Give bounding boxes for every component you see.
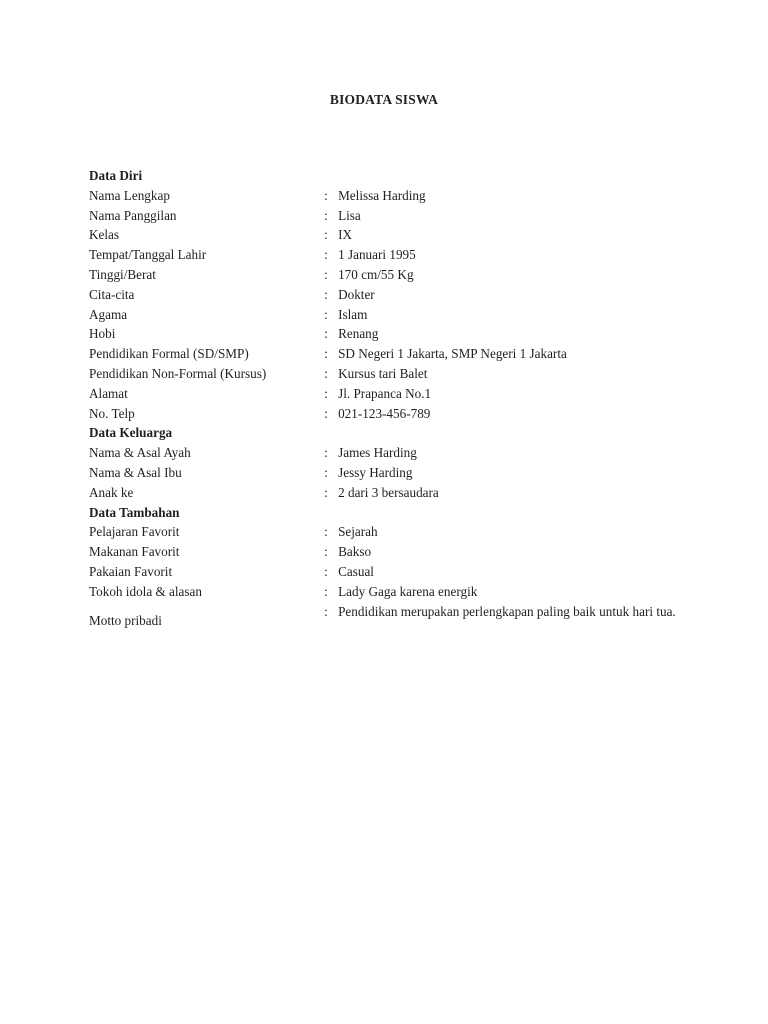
biodata-row: Nama Panggilan: Lisa [89, 206, 689, 226]
field-value: 021-123-456-789 [338, 405, 431, 421]
field-colon: : [324, 583, 328, 599]
section-heading-colon-spacer [324, 166, 338, 186]
field-colon: : [324, 484, 328, 500]
field-value: 2 dari 3 bersaudara [338, 484, 439, 500]
biodata-row: Motto pribadi: Pendidikan merupakan perle… [89, 602, 689, 631]
field-value: Sejarah [338, 524, 378, 540]
section-heading-value-spacer [338, 503, 689, 523]
biodata-table-body: Data Diri Nama Lengkap: Melissa Harding Nam… [89, 166, 689, 630]
biodata-row: Tinggi/Berat:170 cm/55 Kg [89, 265, 689, 285]
section-heading-row: Data Keluarga [89, 423, 689, 443]
field-colon: : [324, 306, 328, 322]
biodata-row: Hobi: Renang [89, 324, 689, 344]
field-label: Hobi [89, 326, 116, 342]
field-colon: : [324, 207, 328, 223]
field-value: Melissa Harding [338, 187, 426, 203]
field-colon: : [324, 563, 328, 579]
field-colon: : [324, 247, 328, 263]
field-colon: : [324, 524, 328, 540]
section-heading-colon-spacer [324, 423, 338, 443]
field-colon: : [324, 346, 328, 362]
field-value: Islam [338, 306, 368, 322]
biodata-row: Anak ke:2 dari 3 bersaudara [89, 483, 689, 503]
field-label: No. Telp [89, 405, 135, 421]
section-heading-colon-spacer [324, 503, 338, 523]
field-label: Tempat/Tanggal Lahir [89, 247, 207, 263]
biodata-row: Nama & Asal Ayah: James Harding [89, 443, 689, 463]
field-colon: : [324, 385, 328, 401]
field-label: Pelajaran Favorit [89, 524, 180, 540]
biodata-row: Tokoh idola & alasan: Lady Gaga karena en… [89, 582, 689, 602]
field-colon: : [324, 227, 328, 243]
section-heading-row: Data Diri [89, 166, 689, 186]
field-label: Nama & Asal Ibu [89, 464, 182, 480]
field-label: Pakaian Favorit [89, 563, 173, 579]
section-heading-value-spacer [338, 423, 689, 443]
field-label: Nama Panggilan [89, 207, 177, 223]
biodata-row: Pelajaran Favorit: Sejarah [89, 522, 689, 542]
field-colon: : [324, 405, 328, 421]
field-label: Tokoh idola & alasan [89, 583, 202, 599]
field-value: IX [338, 227, 352, 243]
field-label: Makanan Favorit [89, 544, 180, 560]
biodata-table: Data Diri Nama Lengkap: Melissa Harding Nam… [89, 166, 689, 630]
field-value: Kursus tari Balet [338, 365, 428, 381]
field-label: Anak ke [89, 484, 134, 500]
biodata-row: Alamat: Jl. Prapanca No.1 [89, 384, 689, 404]
biodata-row: Nama Lengkap: Melissa Harding [89, 186, 689, 206]
section-heading: Data Diri [89, 168, 143, 183]
biodata-row: Pakaian Favorit: Casual [89, 562, 689, 582]
biodata-row: Makanan Favorit: Bakso [89, 542, 689, 562]
field-colon: : [324, 286, 328, 302]
field-colon: : [324, 464, 328, 480]
field-value: SD Negeri 1 Jakarta, SMP Negeri 1 Jakart… [338, 346, 567, 362]
field-colon: : [324, 544, 328, 560]
biodata-row: No. Telp:021-123-456-789 [89, 404, 689, 424]
field-label: Agama [89, 306, 128, 322]
field-value: Jessy Harding [338, 464, 413, 480]
field-value: Dokter [338, 286, 375, 302]
section-heading: Data Keluarga [89, 425, 173, 441]
document-page: BIODATA SISWA Data Diri Nama Lengkap: Meli… [0, 0, 768, 1024]
biodata-row: Nama & Asal Ibu: Jessy Harding [89, 463, 689, 483]
field-label: Cita-cita [89, 286, 135, 302]
field-value: Pendidikan merupakan perlengkapan paling… [338, 603, 676, 619]
field-value: Lisa [338, 207, 361, 223]
field-label: Nama Lengkap [89, 187, 170, 203]
field-label: Kelas [89, 227, 120, 243]
field-value: James Harding [338, 445, 417, 461]
section-heading-value-spacer [338, 166, 689, 186]
field-value: Renang [338, 326, 379, 342]
field-colon: : [324, 326, 328, 342]
field-value: 1 Januari 1995 [338, 247, 416, 263]
field-colon: : [324, 445, 328, 461]
field-colon: : [324, 603, 328, 619]
page-title: BIODATA SISWA [329, 92, 439, 107]
field-label: Nama & Asal Ayah [89, 445, 191, 461]
field-label: Pendidikan Formal (SD/SMP) [89, 346, 249, 362]
field-value: Lady Gaga karena energik [338, 583, 478, 599]
biodata-row: Agama: Islam [89, 305, 689, 325]
field-colon: : [324, 266, 328, 282]
biodata-row: Cita-cita: Dokter [89, 285, 689, 305]
field-label: Tinggi/Berat [89, 266, 156, 282]
field-value: Casual [338, 563, 374, 579]
biodata-row: Pendidikan Formal (SD/SMP): SD Negeri 1 J… [89, 344, 689, 364]
section-heading: Data Tambahan [89, 504, 180, 520]
field-label: Alamat [89, 385, 128, 401]
field-value: 170 cm/55 Kg [338, 266, 414, 282]
field-colon: : [324, 187, 328, 203]
section-heading-row: Data Tambahan [89, 503, 689, 523]
biodata-row: Tempat/Tanggal Lahir:1 Januari 1995 [89, 245, 689, 265]
field-colon: : [324, 365, 328, 381]
field-value: Jl. Prapanca No.1 [338, 385, 432, 401]
field-label: Pendidikan Non-Formal (Kursus) [89, 365, 267, 381]
biodata-row: Kelas: IX [89, 225, 689, 245]
field-label: Motto pribadi [89, 612, 162, 628]
field-value: Bakso [338, 544, 372, 560]
biodata-row: Pendidikan Non-Formal (Kursus): Kursus ta… [89, 364, 689, 384]
